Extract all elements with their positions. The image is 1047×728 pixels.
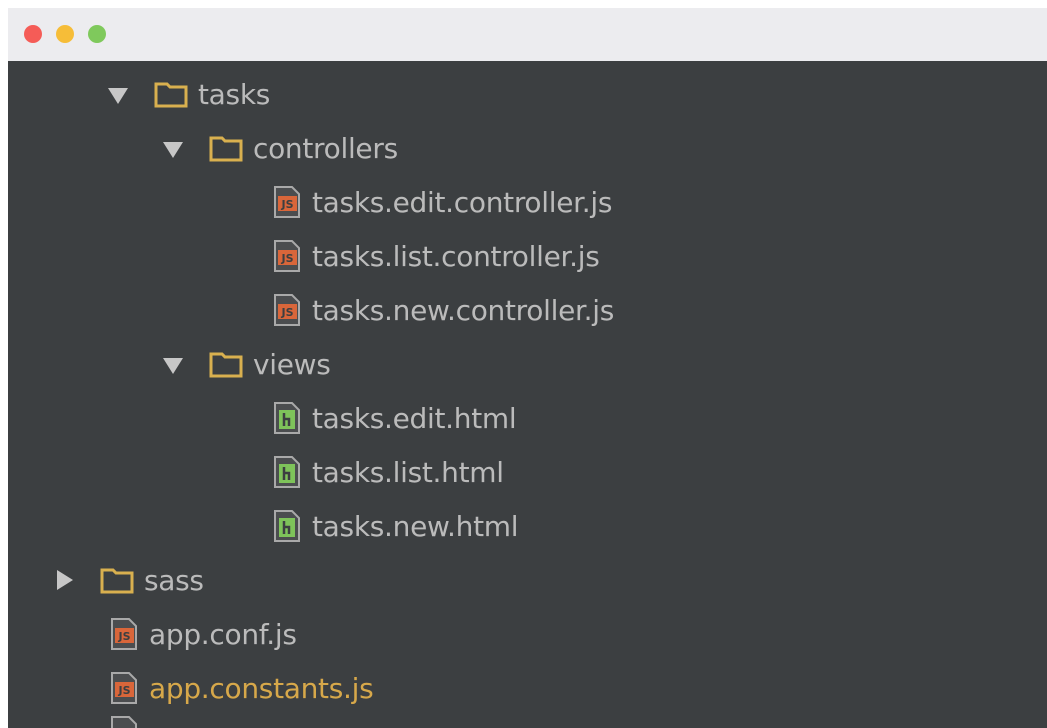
tree-item-label: app.constants.js: [149, 671, 374, 705]
project-tree: tasks controllers JS tasks.edit.controll…: [8, 61, 1047, 728]
minimize-window-button[interactable]: [56, 25, 74, 43]
html-file-icon: [272, 401, 302, 435]
js-file-icon: JS: [272, 239, 302, 273]
file-icon: [109, 715, 139, 728]
tree-item-label: views: [253, 347, 331, 381]
svg-text:JS: JS: [280, 252, 293, 265]
zoom-window-button[interactable]: [88, 25, 106, 43]
html-file-icon: [272, 509, 302, 543]
tree-item-file[interactable]: tasks.edit.html: [272, 391, 517, 445]
tree-item-sass-folder[interactable]: sass: [54, 553, 204, 607]
html-file-icon: [272, 455, 302, 489]
tree-item-label: tasks.new.html: [312, 509, 519, 543]
tree-item-label: tasks.list.controller.js: [312, 239, 600, 273]
js-file-icon: JS: [272, 293, 302, 327]
js-file-icon: JS: [109, 617, 139, 651]
svg-text:JS: JS: [280, 198, 293, 211]
svg-text:JS: JS: [280, 306, 293, 319]
folder-icon: [154, 80, 188, 108]
title-bar: [8, 8, 1047, 61]
collapse-arrow-icon[interactable]: [54, 570, 74, 590]
tree-item-label: tasks: [198, 77, 271, 111]
expand-arrow-icon[interactable]: [108, 84, 128, 104]
js-file-icon: JS: [109, 671, 139, 705]
tree-item-file[interactable]: JS tasks.list.controller.js: [272, 229, 600, 283]
tree-item-partial[interactable]: [109, 715, 149, 728]
tree-item-file[interactable]: JS tasks.new.controller.js: [272, 283, 614, 337]
tree-item-file[interactable]: tasks.new.html: [272, 499, 519, 553]
tree-item-tasks-folder[interactable]: tasks: [108, 67, 270, 121]
folder-icon: [100, 566, 134, 594]
tree-item-label: tasks.list.html: [312, 455, 504, 489]
tree-item-views-folder[interactable]: views: [163, 337, 331, 391]
tree-item-label: controllers: [253, 131, 398, 165]
folder-icon: [209, 134, 243, 162]
tree-item-label: tasks.edit.controller.js: [312, 185, 613, 219]
expand-arrow-icon[interactable]: [163, 138, 183, 158]
tree-item-label: sass: [144, 563, 204, 597]
svg-text:JS: JS: [117, 684, 130, 697]
folder-icon: [209, 350, 243, 378]
tree-item-file-modified[interactable]: JS app.constants.js: [109, 661, 374, 715]
tree-item-label: tasks.new.controller.js: [312, 293, 615, 327]
tree-item-label: tasks.edit.html: [312, 401, 517, 435]
tree-item-file[interactable]: JS app.conf.js: [109, 607, 297, 661]
ide-window: tasks controllers JS tasks.edit.controll…: [8, 8, 1047, 728]
expand-arrow-icon[interactable]: [163, 354, 183, 374]
tree-item-label: app.conf.js: [149, 617, 297, 651]
tree-item-file[interactable]: tasks.list.html: [272, 445, 504, 499]
tree-item-controllers-folder[interactable]: controllers: [163, 121, 398, 175]
tree-item-file[interactable]: JS tasks.edit.controller.js: [272, 175, 612, 229]
svg-text:JS: JS: [117, 630, 130, 643]
close-window-button[interactable]: [24, 25, 42, 43]
js-file-icon: JS: [272, 185, 302, 219]
